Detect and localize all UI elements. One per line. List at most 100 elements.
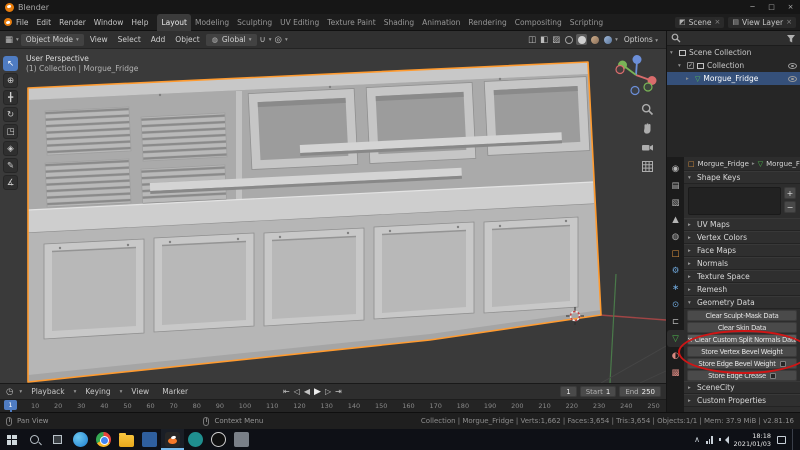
network-icon[interactable] [706, 435, 713, 444]
workspace-tab-animation[interactable]: Animation [418, 14, 464, 31]
taskbar-app-teal[interactable] [184, 429, 207, 450]
blender-menu-icon[interactable] [4, 18, 12, 26]
menu-view[interactable]: View [86, 34, 112, 45]
outliner-row-scene-collection[interactable]: ▾ Scene Collection [667, 46, 800, 59]
frame-end-field[interactable]: End 250 [619, 386, 661, 397]
properties-tab-object[interactable]: □ [667, 245, 684, 262]
xray-toggle-icon[interactable]: ▨ [551, 35, 561, 45]
menu-marker[interactable]: Marker [158, 386, 192, 397]
panel-texture-space[interactable]: ▸ Texture Space [684, 270, 800, 283]
workspace-tab-scripting[interactable]: Scripting [566, 14, 607, 31]
workspace-tab-shading[interactable]: Shading [380, 14, 418, 31]
menu-render[interactable]: Render [55, 16, 90, 29]
expand-icon[interactable]: ▸ [686, 76, 692, 82]
next-keyframe-button[interactable]: ▷ [325, 387, 331, 396]
notification-center-icon[interactable] [777, 435, 786, 444]
panel-geometry-data[interactable]: ▾ Geometry Data [684, 296, 800, 309]
shading-solid-button[interactable] [576, 34, 588, 45]
perspective-toggle-icon[interactable] [641, 160, 654, 173]
workspace-tab-sculpting[interactable]: Sculpting [233, 14, 276, 31]
properties-tab-render[interactable]: ◉ [667, 160, 684, 177]
clear-sculpt-mask-data-button[interactable]: Clear Sculpt-Mask Data [687, 310, 797, 321]
breadcrumb-data[interactable]: Morgue_Frid [766, 160, 800, 168]
properties-tab-particles[interactable]: ∗ [667, 279, 684, 296]
measure-tool[interactable]: ∡ [3, 175, 18, 190]
show-gizmo-icon[interactable]: ◫ [527, 35, 537, 45]
properties-tab-material[interactable]: ◐ [667, 347, 684, 364]
shading-material-button[interactable] [589, 34, 600, 45]
mode-select[interactable]: Object Mode ▾ [20, 33, 84, 46]
eye-icon[interactable] [788, 62, 797, 69]
panel-vertex-colors[interactable]: ▸ Vertex Colors [684, 231, 800, 244]
properties-tab-constraints[interactable]: ⊏ [667, 313, 684, 330]
snap-magnet-icon[interactable]: ∪ [259, 35, 267, 45]
shading-rendered-button[interactable] [602, 34, 613, 45]
navigation-gizmo[interactable] [614, 53, 658, 97]
search-button[interactable] [23, 429, 46, 450]
workspace-tab-rendering[interactable]: Rendering [464, 14, 510, 31]
clear-skin-data-button[interactable]: Clear Skin Data [687, 322, 797, 333]
menu-object[interactable]: Object [171, 34, 203, 45]
taskbar-app-file-explorer[interactable] [115, 429, 138, 450]
shape-keys-list[interactable] [688, 187, 781, 215]
workspace-tab-uv-editing[interactable]: UV Editing [276, 14, 323, 31]
expand-icon[interactable]: ▾ [678, 63, 684, 69]
pan-hand-icon[interactable] [641, 122, 654, 135]
properties-tab-world[interactable]: ◍ [667, 228, 684, 245]
panel-face-maps[interactable]: ▸ Face Maps [684, 244, 800, 257]
taskbar-app-edge[interactable] [69, 429, 92, 450]
taskbar-app-blue[interactable] [138, 429, 161, 450]
search-icon[interactable] [671, 33, 681, 43]
checkbox[interactable] [779, 360, 786, 367]
frame-start-field[interactable]: Start 1 [579, 386, 617, 397]
outliner-row-morgue-fridge[interactable]: ▸ ▽ Morgue_Fridge [667, 72, 800, 85]
start-button[interactable] [0, 429, 23, 450]
eye-icon[interactable] [788, 75, 797, 82]
expand-icon[interactable]: ▾ [670, 50, 676, 56]
menu-playback[interactable]: Playback [27, 386, 68, 397]
workspace-tab-texture-paint[interactable]: Texture Paint [323, 14, 379, 31]
show-desktop-button[interactable] [792, 429, 796, 450]
move-tool[interactable]: ╋ [3, 90, 18, 105]
clear-custom-split-normals-button[interactable]: × Clear Custom Split Normals Data [687, 334, 797, 345]
shading-chevron-icon[interactable]: ▾ [615, 37, 618, 43]
show-overlays-icon[interactable]: ◧ [539, 35, 549, 45]
select-box-tool[interactable]: ↖ [3, 56, 18, 71]
checkbox[interactable] [769, 372, 776, 379]
clock[interactable]: 18:18 2021/01/03 [734, 432, 771, 448]
timeline-ruler[interactable]: 110 2030 4050 6070 8090 100110 120130 14… [0, 399, 666, 414]
transform-orientation-select[interactable]: ◍ Global ▾ [205, 33, 257, 46]
breadcrumb-object[interactable]: Morgue_Fridge [698, 160, 749, 168]
volume-icon[interactable] [718, 435, 729, 444]
menu-window[interactable]: Window [90, 16, 128, 29]
filter-icon[interactable] [786, 34, 796, 43]
remove-shape-key-button[interactable]: − [784, 201, 796, 213]
outliner-row-collection[interactable]: ▾ ✓ Collection [667, 59, 800, 72]
menu-file[interactable]: File [12, 16, 33, 29]
maximize-button[interactable]: □ [762, 0, 781, 14]
store-edge-bevel-weight-button[interactable]: Store Edge Bevel Weight [687, 358, 797, 369]
panel-normals[interactable]: ▸ Normals [684, 257, 800, 270]
prev-keyframe-button[interactable]: ◁ [294, 387, 300, 396]
panel-scenecity[interactable]: ▸ SceneCity [684, 381, 800, 394]
transform-tool[interactable]: ◈ [3, 141, 18, 156]
collection-checkbox[interactable]: ✓ [687, 62, 694, 69]
store-vertex-bevel-weight-button[interactable]: Store Vertex Bevel Weight [687, 346, 797, 357]
panel-remesh[interactable]: ▸ Remesh [684, 283, 800, 296]
options-dropdown[interactable]: Options ▾ [620, 34, 662, 45]
jump-to-end-button[interactable]: ⇥ [335, 387, 342, 396]
menu-add[interactable]: Add [147, 34, 170, 45]
snap-chevron-icon[interactable]: ▾ [269, 37, 272, 43]
view-layer-selector[interactable]: ▤ View Layer × [728, 16, 796, 28]
tray-chevron-icon[interactable]: ∧ [694, 435, 700, 444]
close-button[interactable]: × [781, 0, 800, 14]
play-button[interactable]: ▶ [314, 387, 321, 397]
editor-type-icon[interactable]: ▦ [4, 35, 14, 45]
task-view-button[interactable] [46, 429, 69, 450]
annotate-tool[interactable]: ✎ [3, 158, 18, 173]
taskbar-app-obs[interactable] [207, 429, 230, 450]
editor-type-chevron-icon[interactable]: ▾ [16, 37, 19, 43]
view-layer-unlink-icon[interactable]: × [786, 18, 792, 26]
workspace-tab-layout[interactable]: Layout [157, 13, 191, 31]
properties-tab-object-data[interactable]: ▽ [667, 330, 684, 347]
